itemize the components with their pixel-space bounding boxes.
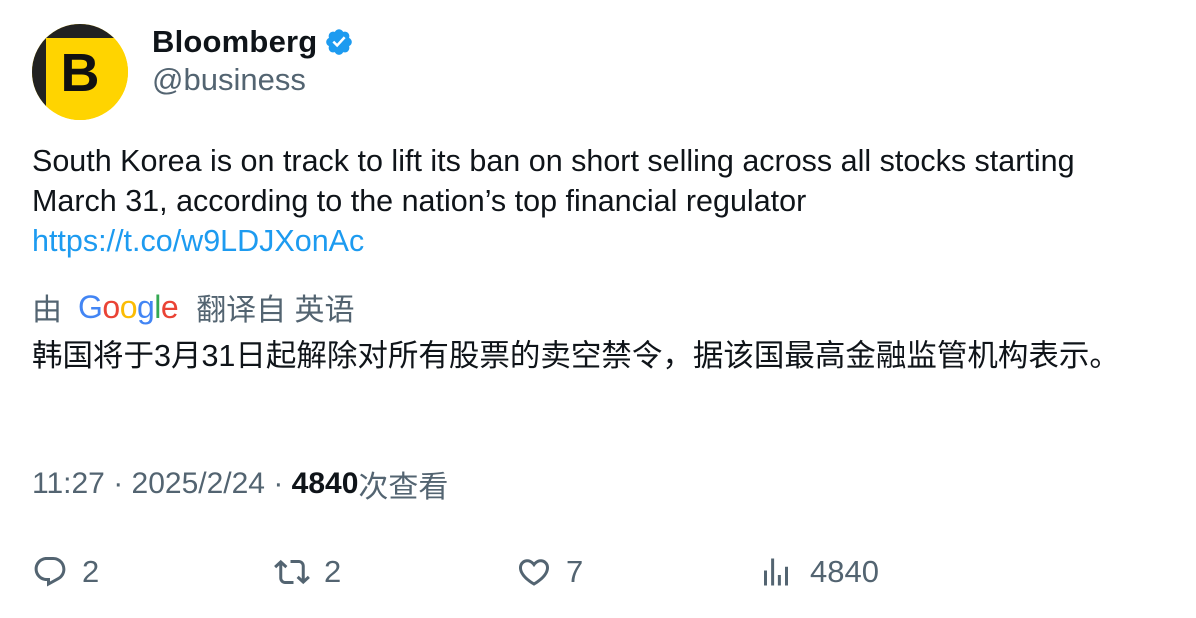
google-logo[interactable]: Google [78,289,179,326]
views-label: 次查看 [358,471,449,504]
author-name-row: Bloomberg [152,22,354,62]
retweet-icon [274,559,310,585]
avatar[interactable]: B [32,24,128,120]
verified-badge-icon[interactable] [324,27,354,57]
analytics-icon [764,558,788,586]
display-name[interactable]: Bloomberg [152,24,317,60]
tweet-time[interactable]: 11:27 [32,467,105,501]
bloomberg-logo-icon: B [32,24,128,120]
like-count: 7 [566,554,584,589]
tweet-body: South Korea is on track to lift its ban … [32,141,1162,261]
tweet-link[interactable]: https://t.co/w9LDJXonAc [32,221,1162,261]
translation-attribution: 由 Google 翻译自 英语 [32,287,355,328]
tweet-text: South Korea is on track to lift its ban … [32,144,1075,218]
tweet-date[interactable]: 2025/2/24 [132,467,265,501]
views-count: 4840 [291,467,359,500]
translation-prefix: 由 [32,294,62,327]
reply-button[interactable]: 2 [32,552,99,592]
heart-icon [518,559,550,586]
avatar-letter: B [61,43,100,103]
retweet-button[interactable]: 2 [274,552,341,592]
meta-separator: · [265,467,292,500]
reply-count: 2 [82,554,100,589]
views-button[interactable]: 4840 [758,552,879,592]
reply-icon [34,557,66,587]
views-action-count: 4840 [810,554,879,589]
author-handle[interactable]: @business [152,62,306,98]
meta-separator: · [104,467,132,500]
tweet-meta: 11:27 · 2025/2/24 · 4840 次查看 [32,464,448,504]
retweet-count: 2 [324,554,342,589]
translation-suffix: 翻译自 英语 [196,294,355,327]
like-button[interactable]: 7 [516,552,583,592]
translated-text: 韩国将于3月31日起解除对所有股票的卖空禁令，据该国最高金融监管机构表示。 [32,339,1120,373]
